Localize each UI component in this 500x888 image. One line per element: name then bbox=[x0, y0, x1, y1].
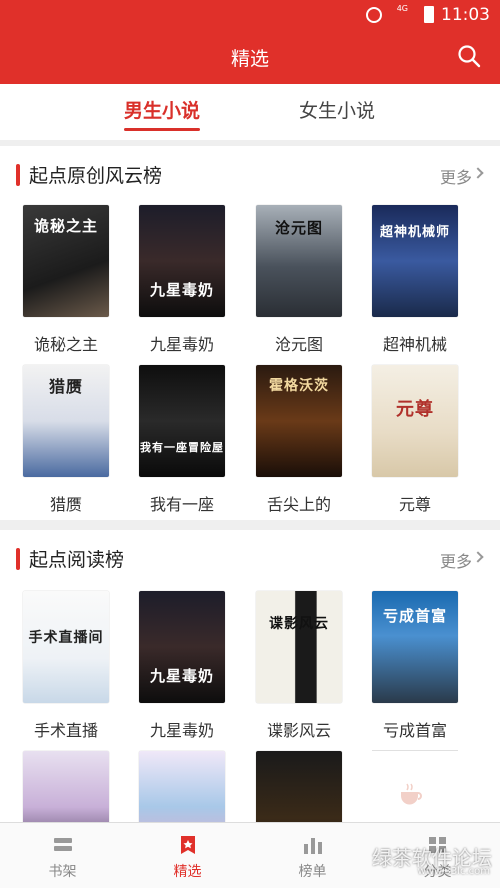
status-time: 11:03 bbox=[441, 5, 490, 25]
page-title: 精选 bbox=[230, 48, 269, 70]
book-title: 超神机械 bbox=[382, 335, 447, 354]
book-cover[interactable]: 我有一座冒险屋 bbox=[139, 365, 225, 477]
ranking-icon bbox=[303, 838, 322, 854]
book-card[interactable]: 元尊 元尊 bbox=[372, 365, 458, 515]
search-icon[interactable] bbox=[457, 44, 481, 68]
app-header: 精选 bbox=[0, 30, 500, 84]
network-indicator: 4G bbox=[396, 4, 408, 13]
tab-male-novels[interactable]: 男生小说 bbox=[124, 96, 201, 131]
nav-featured[interactable]: 精选 bbox=[125, 823, 250, 888]
more-link[interactable]: 更多 bbox=[440, 548, 472, 572]
book-card[interactable]: 亏成首富 亏成首富 bbox=[372, 591, 458, 741]
more-link[interactable]: 更多 bbox=[440, 164, 472, 188]
book-card[interactable]: 霍格沃茨 舌尖上的 bbox=[256, 365, 342, 515]
book-title: 手术直播 bbox=[33, 721, 98, 740]
divider bbox=[372, 750, 458, 751]
book-card[interactable]: 沧元图 沧元图 bbox=[256, 205, 342, 355]
book-card[interactable]: 九星毒奶 九星毒奶 bbox=[139, 591, 225, 741]
section-title: 起点阅读榜 bbox=[29, 549, 125, 571]
book-card[interactable]: 谍影风云 谍影风云 bbox=[256, 591, 342, 741]
book-cover[interactable]: 九星毒奶 bbox=[139, 591, 225, 703]
nav-label: 榜单 bbox=[298, 864, 327, 880]
nav-label: 书架 bbox=[48, 864, 77, 880]
nav-ranking[interactable]: 榜单 bbox=[250, 823, 375, 888]
watermark-url: www.33lc.com bbox=[417, 866, 490, 877]
book-cover[interactable]: 手术直播间 bbox=[23, 591, 109, 703]
book-title: 我有一座 bbox=[149, 495, 214, 514]
gender-tabs: 男生小说 女生小说 bbox=[0, 84, 500, 140]
book-card[interactable]: 九星毒奶 九星毒奶 bbox=[139, 205, 225, 355]
book-title: 沧元图 bbox=[274, 335, 323, 354]
book-title: 元尊 bbox=[398, 495, 431, 514]
book-title: 九星毒奶 bbox=[149, 721, 214, 740]
status-bar: 4G 11:03 bbox=[0, 0, 500, 30]
book-title: 猎赝 bbox=[49, 495, 82, 514]
book-cover[interactable]: 谍影风云 bbox=[256, 591, 342, 703]
book-card[interactable]: 手术直播间 手术直播 bbox=[23, 591, 109, 741]
book-card[interactable]: 诡秘之主 诡秘之主 bbox=[23, 205, 109, 355]
battery-icon bbox=[424, 6, 434, 23]
book-card[interactable]: 猎赝 猎赝 bbox=[23, 365, 109, 515]
chevron-right-icon[interactable] bbox=[472, 551, 484, 563]
cup-icon bbox=[401, 783, 422, 805]
section-header: 起点阅读榜 更多 bbox=[0, 530, 500, 588]
book-title: 诡秘之主 bbox=[33, 335, 98, 354]
book-cover[interactable]: 猎赝 bbox=[23, 365, 109, 477]
section-accent-bar bbox=[16, 548, 20, 570]
book-cover[interactable]: 九星毒奶 bbox=[139, 205, 225, 317]
section-original-ranking: 起点原创风云榜 更多 诡秘之主 诡秘之主 九星毒奶 九星毒奶 沧元图 沧元图 超… bbox=[0, 146, 500, 520]
section-title: 起点原创风云榜 bbox=[29, 165, 163, 187]
divider bbox=[0, 520, 500, 530]
book-card[interactable]: 我有一座冒险屋 我有一座 bbox=[139, 365, 225, 515]
book-title: 亏成首富 bbox=[382, 721, 447, 740]
featured-icon bbox=[180, 836, 195, 854]
hotspot-icon bbox=[366, 7, 382, 23]
chevron-right-icon[interactable] bbox=[472, 167, 484, 179]
book-cover[interactable]: 沧元图 bbox=[256, 205, 342, 317]
book-cover[interactable]: 亏成首富 bbox=[372, 591, 458, 703]
section-accent-bar bbox=[16, 164, 20, 186]
bookshelf-icon bbox=[53, 838, 72, 851]
book-cover[interactable]: 霍格沃茨 bbox=[256, 365, 342, 477]
book-title: 谍影风云 bbox=[266, 721, 331, 740]
book-card[interactable]: 超神机械师 超神机械 bbox=[372, 205, 458, 355]
book-title: 九星毒奶 bbox=[149, 335, 214, 354]
tab-female-novels[interactable]: 女生小说 bbox=[299, 96, 375, 123]
book-title: 舌尖上的 bbox=[266, 495, 331, 514]
book-cover[interactable]: 超神机械师 bbox=[372, 205, 458, 317]
book-cover[interactable]: 诡秘之主 bbox=[23, 205, 109, 317]
nav-label: 精选 bbox=[173, 864, 202, 880]
nav-bookshelf[interactable]: 书架 bbox=[0, 823, 125, 888]
section-reading-ranking: 起点阅读榜 更多 手术直播间 手术直播 九星毒奶 九星毒奶 谍影风云 谍影风云 … bbox=[0, 530, 500, 863]
book-cover[interactable]: 元尊 bbox=[372, 365, 458, 477]
section-header: 起点原创风云榜 更多 bbox=[0, 146, 500, 204]
